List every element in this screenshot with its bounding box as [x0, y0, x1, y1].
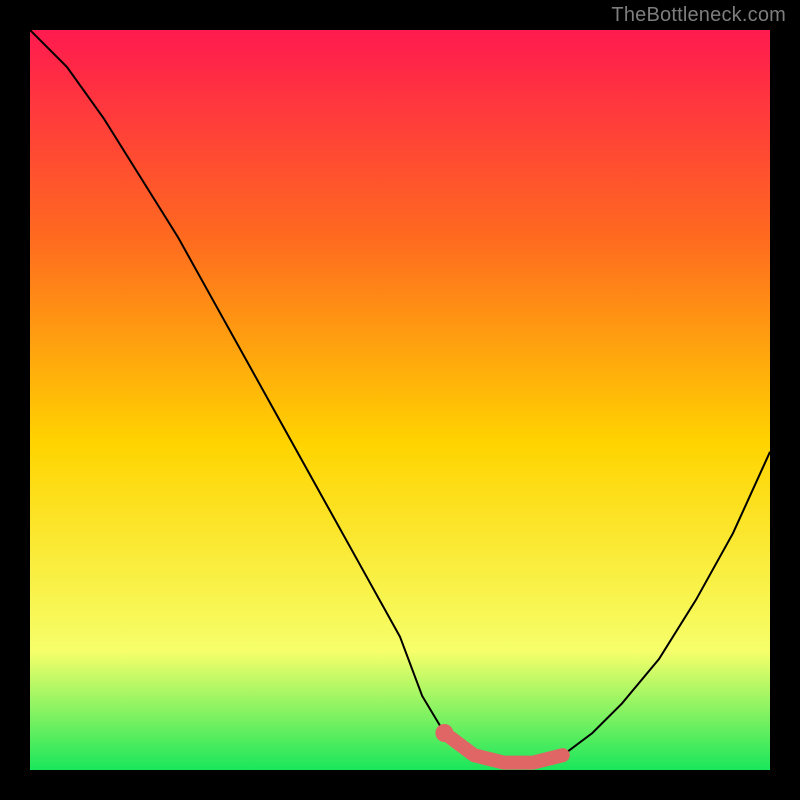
bottleneck-chart: [30, 30, 770, 770]
watermark-text: TheBottleneck.com: [611, 4, 786, 27]
accent-start-dot: [435, 724, 453, 742]
